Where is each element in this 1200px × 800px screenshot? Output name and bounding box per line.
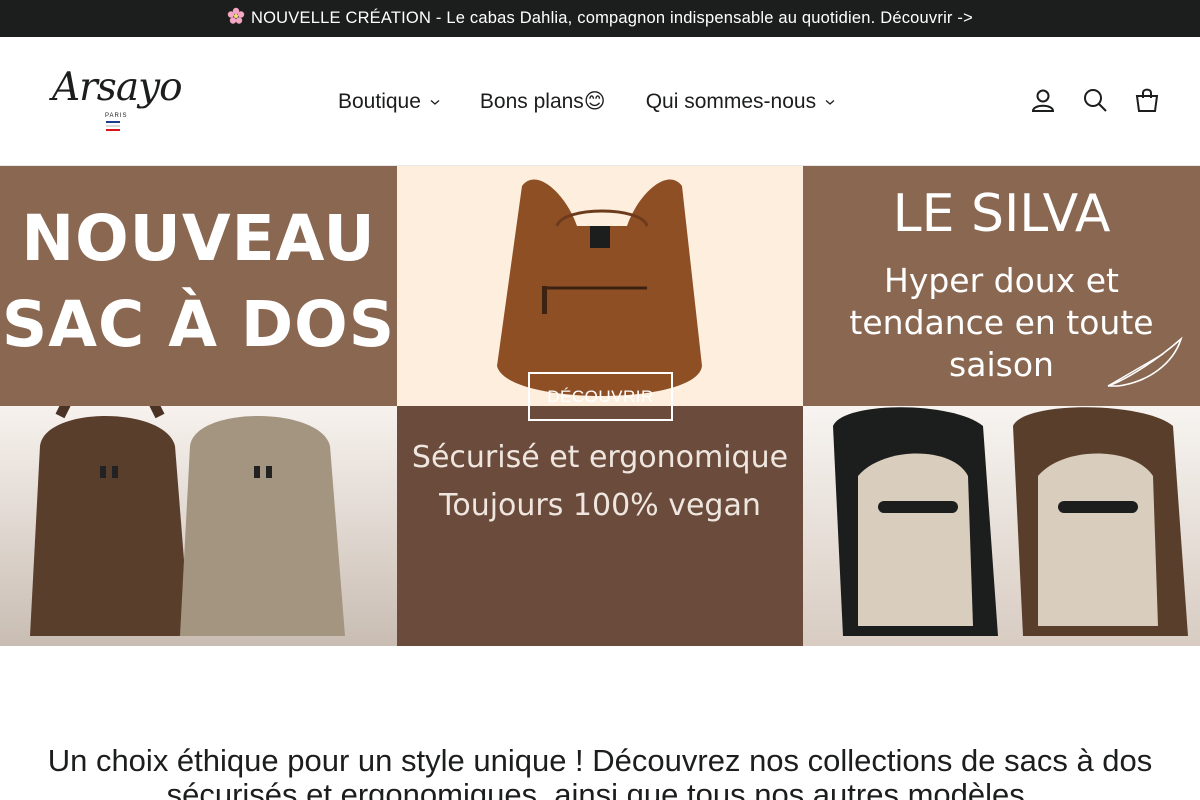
hero-panel-left: NOUVEAU SAC À DOS (0, 166, 397, 646)
nav-item-label: Boutique (338, 89, 421, 113)
backpack-illustration (497, 179, 702, 396)
site-header: Arsayo PARIS Boutique Bons plans😊 Qui so… (0, 37, 1200, 166)
open-backpack-illustration (833, 407, 1188, 636)
main-nav: Boutique Bons plans😊 Qui sommes-nous (338, 89, 875, 114)
backpack-photo (397, 166, 803, 406)
intro-line-1: Un choix éthique pour un style unique ! … (47, 743, 1153, 778)
chevron-down-icon (825, 99, 835, 105)
backpack-pair-illustration (30, 393, 345, 636)
cherry-blossom-icon (227, 7, 245, 30)
nav-item-qui-sommes-nous[interactable]: Qui sommes-nous (646, 90, 835, 114)
chevron-down-icon (430, 99, 440, 105)
hero-panel-right: LE SILVA Hyper doux et tendance en toute… (803, 166, 1200, 646)
hero-middle-text: Sécurisé et ergonomique Toujours 100% ve… (397, 434, 803, 530)
account-icon[interactable] (1030, 87, 1056, 113)
nav-item-label: Qui sommes-nous (645, 89, 817, 113)
headline-line-2: SAC À DOS (1, 288, 396, 361)
hero-headline: NOUVEAU SAC À DOS (0, 196, 397, 368)
intro-line-2: sécurisés et ergonomiques, ainsi que tou… (166, 777, 1034, 800)
search-icon[interactable] (1082, 87, 1108, 113)
header-actions (1030, 87, 1160, 113)
intro-text: Un choix éthique pour un style unique ! … (0, 744, 1200, 800)
nav-item-label: Bons plans😊 (479, 90, 606, 113)
announcement-text[interactable]: NOUVELLE CRÉATION - Le cabas Dahlia, com… (251, 9, 973, 28)
french-flag-icon (106, 121, 120, 133)
nav-item-boutique[interactable]: Boutique (338, 90, 440, 114)
logo-subtitle: PARIS (105, 113, 128, 119)
tagline-line-1: Hyper doux et (884, 261, 1119, 300)
backpacks-photo (0, 393, 397, 646)
logo-wordmark: Arsayo (52, 65, 183, 110)
product-title: LE SILVA (892, 184, 1111, 244)
feather-icon (1107, 336, 1183, 387)
headline-line-1: NOUVEAU (21, 202, 376, 275)
tagline-vegan: Toujours 100% vegan (439, 488, 761, 523)
discover-button[interactable]: DÉCOUVRIR (528, 372, 673, 421)
announcement-bar[interactable]: NOUVELLE CRÉATION - Le cabas Dahlia, com… (0, 0, 1200, 37)
open-backpacks-photo (803, 406, 1200, 646)
cart-icon[interactable] (1134, 87, 1160, 113)
nav-item-bons-plans[interactable]: Bons plans😊 (480, 89, 606, 114)
brand-logo[interactable]: Arsayo PARIS (52, 65, 183, 135)
tagline-secure: Sécurisé et ergonomique (411, 440, 789, 475)
